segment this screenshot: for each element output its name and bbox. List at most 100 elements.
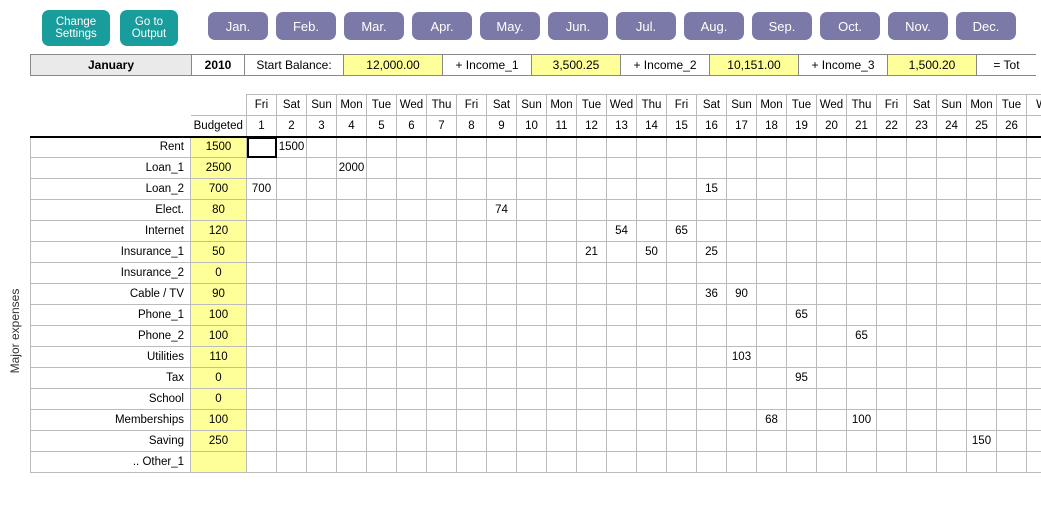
- grid-cell[interactable]: 700: [247, 179, 277, 200]
- grid-cell[interactable]: [907, 284, 937, 305]
- grid-cell[interactable]: [667, 137, 697, 158]
- grid-cell[interactable]: [247, 200, 277, 221]
- grid-cell[interactable]: [997, 284, 1027, 305]
- grid-cell[interactable]: [367, 263, 397, 284]
- grid-cell[interactable]: [637, 410, 667, 431]
- grid-cell[interactable]: [577, 326, 607, 347]
- grid-cell[interactable]: [1027, 263, 1041, 284]
- grid-cell[interactable]: [247, 284, 277, 305]
- grid-cell[interactable]: [277, 368, 307, 389]
- grid-cell[interactable]: [427, 242, 457, 263]
- month-button-feb[interactable]: Feb.: [276, 12, 336, 40]
- grid-cell[interactable]: [997, 200, 1027, 221]
- grid-cell[interactable]: [547, 389, 577, 410]
- grid-cell[interactable]: [907, 179, 937, 200]
- grid-cell[interactable]: [877, 326, 907, 347]
- grid-cell[interactable]: [847, 263, 877, 284]
- grid-cell[interactable]: [787, 431, 817, 452]
- grid-cell[interactable]: [667, 368, 697, 389]
- grid-cell[interactable]: [337, 389, 367, 410]
- grid-cell[interactable]: [367, 284, 397, 305]
- grid-cell[interactable]: [547, 263, 577, 284]
- grid-cell[interactable]: [397, 410, 427, 431]
- grid-cell[interactable]: 15: [697, 179, 727, 200]
- grid-cell[interactable]: [937, 158, 967, 179]
- budgeted-cell[interactable]: 1500: [191, 137, 247, 158]
- grid-cell[interactable]: [367, 431, 397, 452]
- grid-cell[interactable]: [487, 221, 517, 242]
- grid-cell[interactable]: [247, 263, 277, 284]
- grid-cell[interactable]: 1500: [277, 137, 307, 158]
- grid-cell[interactable]: 103: [727, 347, 757, 368]
- grid-cell[interactable]: 36: [697, 284, 727, 305]
- grid-cell[interactable]: [547, 179, 577, 200]
- grid-cell[interactable]: [937, 242, 967, 263]
- grid-cell[interactable]: [457, 326, 487, 347]
- grid-cell[interactable]: [607, 452, 637, 473]
- budgeted-cell[interactable]: 100: [191, 326, 247, 347]
- grid-cell[interactable]: [277, 263, 307, 284]
- grid-cell[interactable]: [427, 431, 457, 452]
- grid-cell[interactable]: [907, 368, 937, 389]
- grid-cell[interactable]: [847, 368, 877, 389]
- grid-cell[interactable]: [967, 200, 997, 221]
- grid-cell[interactable]: [337, 179, 367, 200]
- grid-cell[interactable]: [427, 179, 457, 200]
- grid-cell[interactable]: [667, 200, 697, 221]
- grid-cell[interactable]: [427, 137, 457, 158]
- grid-cell[interactable]: [307, 221, 337, 242]
- grid-cell[interactable]: [787, 200, 817, 221]
- grid-cell[interactable]: [667, 410, 697, 431]
- grid-cell[interactable]: [457, 263, 487, 284]
- grid-cell[interactable]: [667, 158, 697, 179]
- grid-cell[interactable]: [697, 305, 727, 326]
- grid-cell[interactable]: [907, 305, 937, 326]
- grid-cell[interactable]: [367, 221, 397, 242]
- grid-cell[interactable]: [697, 263, 727, 284]
- grid-cell[interactable]: [697, 200, 727, 221]
- grid-cell[interactable]: [337, 242, 367, 263]
- grid-cell[interactable]: [607, 137, 637, 158]
- grid-cell[interactable]: [667, 284, 697, 305]
- grid-cell[interactable]: [907, 200, 937, 221]
- grid-cell[interactable]: [277, 221, 307, 242]
- grid-cell[interactable]: [967, 263, 997, 284]
- grid-cell[interactable]: [757, 242, 787, 263]
- grid-cell[interactable]: [517, 347, 547, 368]
- budgeted-cell[interactable]: [191, 452, 247, 473]
- grid-cell[interactable]: [757, 326, 787, 347]
- grid-cell[interactable]: [307, 452, 337, 473]
- grid-cell[interactable]: [487, 389, 517, 410]
- grid-cell[interactable]: [577, 200, 607, 221]
- grid-cell[interactable]: [847, 158, 877, 179]
- budgeted-cell[interactable]: 120: [191, 221, 247, 242]
- grid-cell[interactable]: [727, 326, 757, 347]
- grid-cell[interactable]: [607, 347, 637, 368]
- grid-cell[interactable]: [487, 326, 517, 347]
- grid-cell[interactable]: [427, 326, 457, 347]
- grid-cell[interactable]: [727, 431, 757, 452]
- goto-output-button[interactable]: Go to Output: [120, 10, 178, 46]
- grid-cell[interactable]: [427, 410, 457, 431]
- grid-cell[interactable]: [337, 263, 367, 284]
- grid-cell[interactable]: 68: [757, 410, 787, 431]
- grid-cell[interactable]: [667, 179, 697, 200]
- grid-cell[interactable]: [607, 368, 637, 389]
- expense-grid[interactable]: FriSatSunMonTueWedThuFriSatSunMonTueWedT…: [30, 94, 1041, 473]
- budgeted-cell[interactable]: 110: [191, 347, 247, 368]
- grid-cell[interactable]: [517, 137, 547, 158]
- grid-cell[interactable]: [727, 368, 757, 389]
- grid-cell[interactable]: [907, 137, 937, 158]
- grid-cell[interactable]: [997, 431, 1027, 452]
- grid-cell[interactable]: [877, 305, 907, 326]
- grid-cell[interactable]: [667, 389, 697, 410]
- grid-cell[interactable]: [937, 221, 967, 242]
- grid-cell[interactable]: [817, 158, 847, 179]
- grid-cell[interactable]: [607, 263, 637, 284]
- grid-cell[interactable]: [457, 431, 487, 452]
- grid-cell[interactable]: [997, 137, 1027, 158]
- grid-cell[interactable]: [1027, 410, 1041, 431]
- budgeted-cell[interactable]: 90: [191, 284, 247, 305]
- grid-cell[interactable]: [997, 410, 1027, 431]
- grid-cell[interactable]: 50: [637, 242, 667, 263]
